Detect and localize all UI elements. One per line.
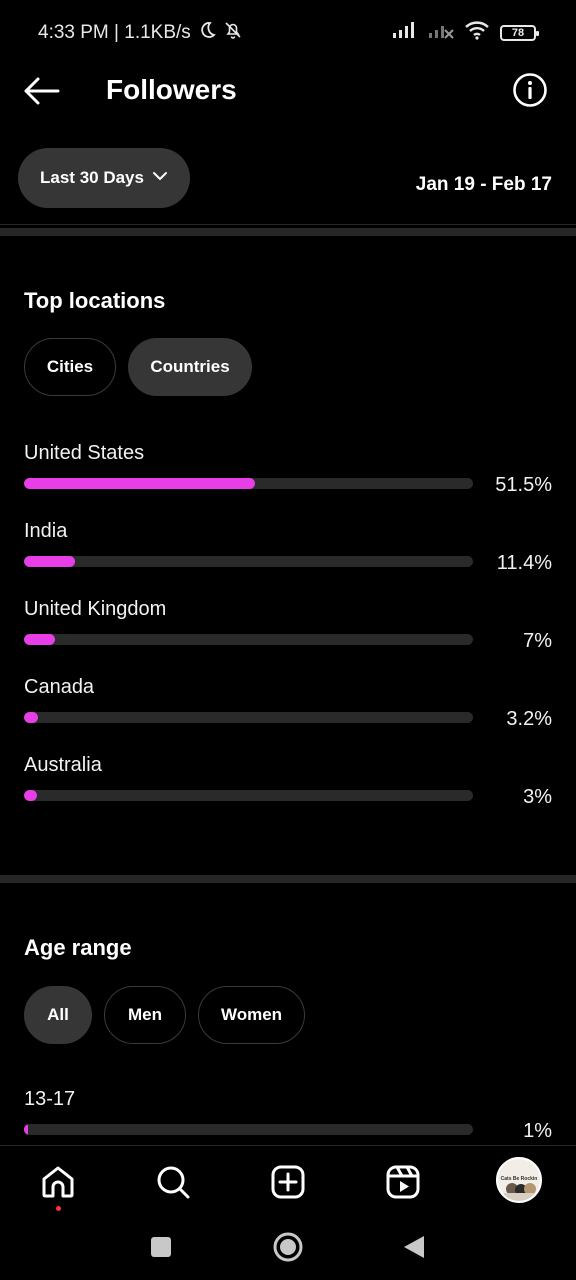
list-item: India 11.4% — [24, 520, 552, 580]
page-title: Followers — [106, 74, 237, 105]
section-divider — [0, 228, 576, 236]
chip-cities-label: Cities — [46, 357, 94, 376]
progress-track — [24, 712, 473, 723]
nav-search[interactable] — [153, 1162, 193, 1202]
create-icon — [268, 1165, 308, 1206]
list-item: Canada 3.2% — [24, 676, 552, 736]
progress-track — [24, 634, 473, 645]
notification-dot — [56, 1206, 61, 1211]
list-item: United States 51.5% — [24, 442, 552, 502]
list-item-label: India — [24, 520, 68, 542]
bell-off-icon — [223, 20, 243, 46]
chip-men-label: Men — [128, 1005, 162, 1024]
chip-all-label: All — [47, 1005, 69, 1024]
chip-countries[interactable]: Countries — [128, 338, 252, 396]
list-item-label: Canada — [24, 676, 95, 698]
info-icon[interactable] — [512, 72, 548, 108]
chip-countries-label: Countries — [150, 357, 230, 376]
list-item: 13-17 1% — [24, 1088, 552, 1148]
age-range-title: Age range — [24, 935, 132, 960]
progress-track — [24, 556, 473, 567]
back-triangle-icon[interactable] — [398, 1231, 430, 1263]
signal-no-service-icon — [428, 21, 454, 44]
nav-reels[interactable] — [383, 1162, 423, 1202]
chevron-down-icon — [152, 168, 168, 189]
list-item-value: 3% — [523, 786, 552, 808]
avatar-caption: Cats Be Rockin — [500, 1176, 538, 1182]
wifi-icon — [464, 20, 490, 45]
status-left: 4:33 PM | 1.1KB/s — [38, 20, 243, 46]
battery-icon: 78 — [500, 24, 539, 41]
top-locations-title: Top locations — [24, 288, 166, 313]
date-range-text: Jan 19 - Feb 17 — [415, 174, 552, 195]
chip-men[interactable]: Men — [104, 986, 186, 1044]
progress-fill — [24, 634, 56, 645]
chip-cities[interactable]: Cities — [24, 338, 116, 396]
nav-create[interactable] — [268, 1162, 308, 1202]
system-nav — [0, 1217, 576, 1280]
status-right: 78 — [392, 20, 539, 45]
reels-icon — [383, 1165, 423, 1206]
status-bar: 4:33 PM | 1.1KB/s 78 — [0, 0, 576, 64]
profile-avatar[interactable]: Cats Be Rockin — [496, 1157, 542, 1203]
date-range-dropdown-label: Last 30 Days — [40, 168, 144, 187]
progress-fill — [24, 1124, 29, 1135]
list-item-value: 7% — [523, 630, 552, 652]
list-item-value: 51.5% — [495, 474, 552, 496]
nav-home[interactable] — [38, 1162, 78, 1211]
list-item-label: United States — [24, 442, 145, 464]
progress-fill — [24, 790, 38, 801]
list-item-label: Australia — [24, 754, 102, 776]
list-item-label: 13-17 — [24, 1088, 76, 1110]
status-time: 4:33 PM | 1.1KB/s — [38, 22, 191, 43]
chip-women[interactable]: Women — [198, 986, 305, 1044]
divider — [0, 224, 576, 225]
chip-all[interactable]: All — [24, 986, 92, 1044]
home-icon — [38, 1166, 78, 1206]
progress-fill — [24, 556, 76, 567]
progress-fill — [24, 712, 39, 723]
range-row: Last 30 Days Jan 19 - Feb 17 — [0, 148, 576, 208]
bottom-nav: Cats Be Rockin — [0, 1145, 576, 1217]
search-icon — [153, 1166, 193, 1206]
list-item: United Kingdom 7% — [24, 598, 552, 658]
date-range-dropdown[interactable]: Last 30 Days — [18, 148, 190, 208]
list-item-label: United Kingdom — [24, 598, 167, 620]
list-item: Australia 3% — [24, 754, 552, 814]
back-arrow-icon[interactable] — [22, 76, 60, 106]
list-item-value: 11.4% — [496, 552, 552, 574]
section-divider — [0, 875, 576, 883]
home-circle-icon[interactable] — [272, 1231, 304, 1263]
progress-fill — [24, 478, 256, 489]
recent-apps-icon[interactable] — [145, 1231, 177, 1263]
header: Followers — [0, 64, 576, 120]
progress-track — [24, 790, 473, 801]
progress-track — [24, 1124, 473, 1135]
list-item-value: 3.2% — [506, 708, 552, 730]
signal-icon — [392, 21, 418, 44]
moon-icon — [197, 20, 217, 46]
list-item-value: 1% — [523, 1120, 552, 1142]
chip-women-label: Women — [220, 1005, 283, 1024]
progress-track — [24, 478, 473, 489]
battery-level: 78 — [511, 26, 525, 39]
